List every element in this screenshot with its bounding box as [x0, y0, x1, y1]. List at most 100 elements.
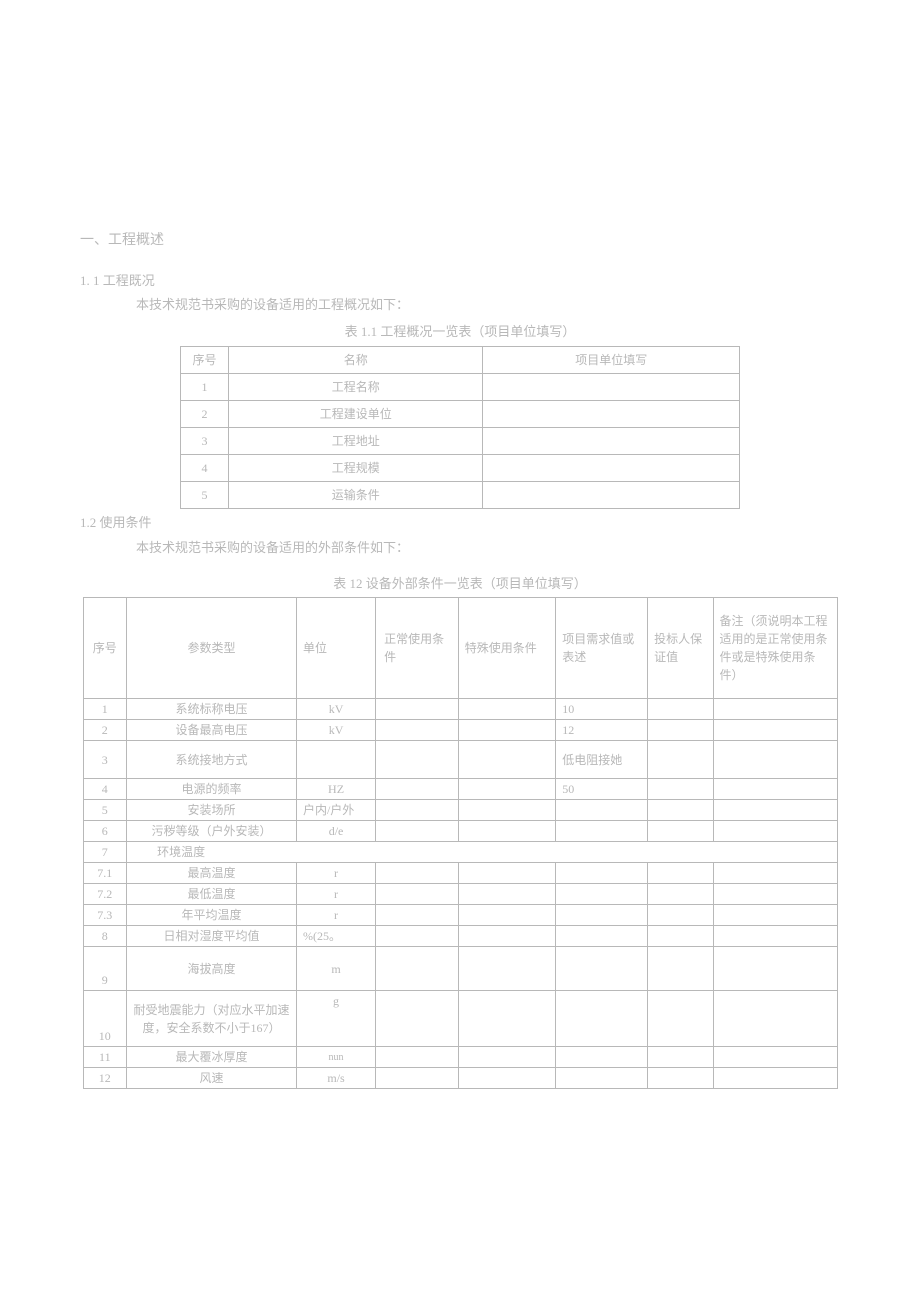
- cell: [713, 821, 837, 842]
- cell: [713, 947, 837, 991]
- cell: 户内/户外: [296, 800, 375, 821]
- table-row: 6污秽等级（户外安装）d/e: [83, 821, 837, 842]
- cell: [556, 926, 648, 947]
- cell: [376, 905, 459, 926]
- cell: 低电阻接她: [556, 741, 648, 779]
- cell: 1: [83, 699, 127, 720]
- cell: [458, 720, 556, 741]
- cell-val: [483, 427, 740, 454]
- cell: [556, 821, 648, 842]
- cell: 最高温度: [127, 863, 297, 884]
- cell: [458, 800, 556, 821]
- th-note: 备注（须说明本工程适用的是正常使用条件或是特殊使用条件）: [713, 598, 837, 699]
- cell: 4: [83, 779, 127, 800]
- cell: [376, 863, 459, 884]
- cell: [648, 720, 713, 741]
- cell: [376, 720, 459, 741]
- cell: [458, 905, 556, 926]
- table-row: 3系统接地方式低电阻接她: [83, 741, 837, 779]
- cell: [376, 1047, 459, 1068]
- subsection-1-2-text: 本技术规范书采购的设备适用的外部条件如下：: [110, 538, 840, 558]
- cell: 环境温度: [127, 842, 837, 863]
- cell: [648, 947, 713, 991]
- cell: [648, 1068, 713, 1089]
- cell: [376, 947, 459, 991]
- cell: 风速: [127, 1068, 297, 1089]
- cell: 电源的频率: [127, 779, 297, 800]
- table-row: 4工程规模: [181, 454, 740, 481]
- th-unit: 单位: [296, 598, 375, 699]
- cell: [648, 800, 713, 821]
- cell: [458, 884, 556, 905]
- cell: [458, 821, 556, 842]
- cell: 50: [556, 779, 648, 800]
- cell: 10: [83, 991, 127, 1047]
- cell: 7: [83, 842, 127, 863]
- cell: [648, 863, 713, 884]
- cell: [713, 699, 837, 720]
- cell: [458, 926, 556, 947]
- cell: [458, 1068, 556, 1089]
- th-req: 项目需求值或表述: [556, 598, 648, 699]
- cell: [648, 1047, 713, 1068]
- cell: [648, 926, 713, 947]
- cell: [713, 863, 837, 884]
- cell-val: [483, 481, 740, 508]
- cell: 3: [83, 741, 127, 779]
- cell: d/e: [296, 821, 375, 842]
- cell: [648, 699, 713, 720]
- cell: [648, 991, 713, 1047]
- cell: [713, 720, 837, 741]
- section-heading: 一、工程概述: [80, 230, 840, 251]
- cell-val: [483, 373, 740, 400]
- cell: 系统标称电压: [127, 699, 297, 720]
- th-param: 参数类型: [127, 598, 297, 699]
- table-row: 7.3年平均温度r: [83, 905, 837, 926]
- cell: kV: [296, 720, 375, 741]
- table-row: 4电源的频率HZ50: [83, 779, 837, 800]
- cell-idx: 2: [181, 400, 229, 427]
- cell: r: [296, 863, 375, 884]
- cell: [713, 884, 837, 905]
- cell: r: [296, 905, 375, 926]
- table-row: 7环境温度: [83, 842, 837, 863]
- cell: [458, 863, 556, 884]
- cell-name: 运输条件: [228, 481, 483, 508]
- table-1: 序号 名称 项目单位填写 1工程名称 2工程建设单位 3工程地址 4工程规模 5…: [180, 346, 740, 509]
- cell: nun: [296, 1047, 375, 1068]
- cell: 7.3: [83, 905, 127, 926]
- cell: [296, 741, 375, 779]
- cell: r: [296, 884, 375, 905]
- table-row: 3工程地址: [181, 427, 740, 454]
- cell: [556, 991, 648, 1047]
- th-idx: 序号: [83, 598, 127, 699]
- cell: [458, 779, 556, 800]
- table-1-header-name: 名称: [228, 346, 483, 373]
- cell: [556, 947, 648, 991]
- subsection-1-1-text: 本技术规范书采购的设备适用的工程概况如下：: [110, 295, 840, 315]
- cell: [458, 1047, 556, 1068]
- th-special: 特殊使用条件: [458, 598, 556, 699]
- cell: 海拔高度: [127, 947, 297, 991]
- cell: 9: [83, 947, 127, 991]
- th-guar: 投标人保证值: [648, 598, 713, 699]
- cell: 7.2: [83, 884, 127, 905]
- cell: [556, 1068, 648, 1089]
- cell: m/s: [296, 1068, 375, 1089]
- cell: [713, 1068, 837, 1089]
- cell: [376, 699, 459, 720]
- table-row: 1系统标称电压kV10: [83, 699, 837, 720]
- table-row: 8日相对湿度平均值%(25。: [83, 926, 837, 947]
- cell: 12: [556, 720, 648, 741]
- table-row: 5运输条件: [181, 481, 740, 508]
- cell: m: [296, 947, 375, 991]
- table-1-header-idx: 序号: [181, 346, 229, 373]
- cell: 安装场所: [127, 800, 297, 821]
- cell: [458, 741, 556, 779]
- cell: [376, 1068, 459, 1089]
- cell: [556, 1047, 648, 1068]
- table-1-header-val: 项目单位填写: [483, 346, 740, 373]
- cell: 最低温度: [127, 884, 297, 905]
- cell: 日相对湿度平均值: [127, 926, 297, 947]
- cell: [648, 905, 713, 926]
